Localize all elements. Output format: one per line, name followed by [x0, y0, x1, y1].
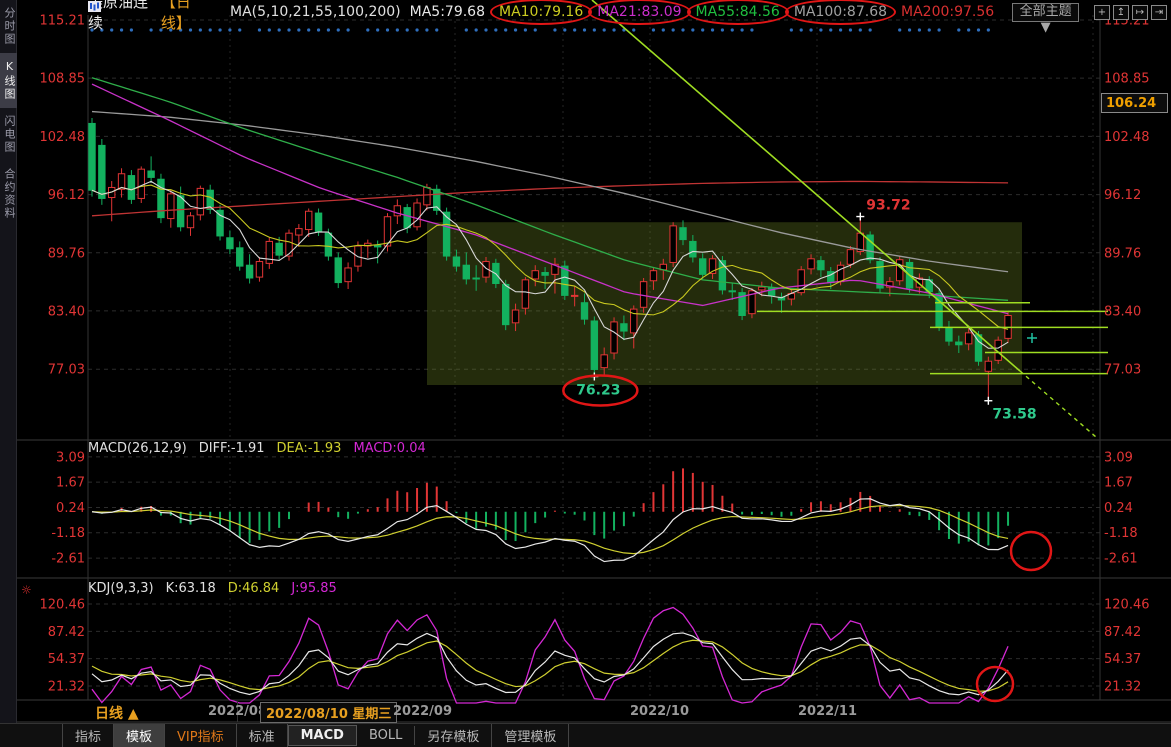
ma-values: MA5:79.68 MA10:79.16 MA21:83.09 MA55:84.56 M…	[410, 4, 995, 20]
svg-text:120.46: 120.46	[40, 598, 86, 613]
svg-text:87.42: 87.42	[48, 625, 85, 640]
svg-text:120.46: 120.46	[1104, 598, 1150, 613]
svg-text:93.72: 93.72	[866, 198, 910, 214]
ma-value-4: MA100:87.68	[794, 4, 887, 20]
macd-plot	[92, 468, 1008, 561]
svg-text:108.85: 108.85	[1104, 72, 1150, 87]
timeline-tick-2[interactable]: 2022/09	[393, 704, 452, 719]
macd-header-part-1: DIFF:-1.91	[199, 441, 265, 456]
highlight-zone	[427, 222, 1022, 385]
svg-text:77.03: 77.03	[48, 363, 85, 378]
timeline-axis: 日线 ▲ 2022/082022/08/10 星期三2022/09 2022/10…	[0, 701, 1171, 722]
svg-text:96.12: 96.12	[1104, 188, 1141, 203]
svg-text:0.24: 0.24	[1104, 501, 1133, 516]
macd-header-part-3: MACD:0.04	[353, 441, 425, 456]
selected-date-label[interactable]: 2022/08/10 星期三	[260, 702, 397, 723]
toolbar-item-3[interactable]: 标准	[237, 724, 288, 747]
macd-header-part-0: MACD(26,12,9)	[88, 441, 187, 456]
kdj-header-part-3: J:95.85	[291, 581, 336, 596]
sidebar-tab-2[interactable]: 闪电图	[0, 108, 17, 161]
ma-value-0: MA5:79.68	[410, 4, 485, 20]
ma-value-1: MA10:79.16	[499, 4, 583, 20]
toolbar-item-5[interactable]: BOLL	[357, 726, 415, 745]
timeframe-label[interactable]: 日线 ▲	[95, 703, 139, 723]
svg-text:21.32: 21.32	[48, 679, 85, 694]
signal-dots-row	[90, 28, 990, 31]
left-tab-strip: 分时图K线图闪电图合约资料	[0, 0, 17, 725]
svg-text:76.23: 76.23	[576, 383, 620, 399]
svg-text:-2.61: -2.61	[1104, 552, 1138, 567]
ma-value-5: MA200:97.56	[901, 4, 994, 20]
svg-text:1.67: 1.67	[56, 476, 85, 491]
svg-text:1.67: 1.67	[1104, 476, 1133, 491]
sidebar-tab-3[interactable]: 合约资料	[0, 161, 17, 227]
ma-value-2: MA21:83.09	[597, 4, 681, 20]
chart-canvas[interactable]: 115.21115.21108.85108.85102.48102.4896.1…	[0, 0, 1171, 747]
macd-header[interactable]: MACD(26,12,9) DIFF:-1.91 DEA:-1.93 MACD:0.0…	[88, 441, 426, 456]
indicator-settings-icon[interactable]: ☼	[21, 583, 32, 597]
timeline-tick-0[interactable]: 2022/08	[208, 704, 267, 719]
svg-text:89.76: 89.76	[48, 246, 85, 261]
scale-horizontal-icon[interactable]: ↦	[1132, 5, 1148, 20]
period-label[interactable]: 【日线】	[161, 0, 212, 33]
svg-text:89.76: 89.76	[1104, 246, 1141, 261]
svg-text:0.24: 0.24	[56, 501, 85, 516]
svg-text:-2.61: -2.61	[51, 552, 85, 567]
top-header-bar: 美原油连续 【日线】 MA(5,10,21,55,100,200) MA5:79…	[88, 0, 1167, 24]
last-price-value: 106.24	[1106, 96, 1156, 111]
bottom-toolbar: 指标模板VIP指标标准MACDBOLL另存模板管理模板	[0, 723, 1171, 747]
sidebar-tab-0[interactable]: 分时图	[0, 0, 17, 53]
svg-text:87.42: 87.42	[1104, 625, 1141, 640]
kdj-header-part-1: K:63.18	[166, 581, 216, 596]
ma-value-3: MA55:84.56	[696, 4, 780, 20]
kdj-plot	[92, 608, 1008, 703]
toolbar-item-4[interactable]: MACD	[288, 725, 357, 746]
svg-text:3.09: 3.09	[1104, 450, 1133, 465]
svg-text:102.48: 102.48	[1104, 130, 1150, 145]
svg-text:-1.18: -1.18	[51, 526, 85, 541]
macd-header-part-2: DEA:-1.93	[277, 441, 342, 456]
kdj-header-part-2: D:46.84	[228, 581, 280, 596]
svg-text:54.37: 54.37	[1104, 652, 1141, 667]
svg-text:21.32: 21.32	[1104, 679, 1141, 694]
scale-vertical-icon[interactable]: ↥	[1113, 5, 1129, 20]
trading-app-window: 115.21115.21108.85108.85102.48102.4896.1…	[0, 0, 1171, 747]
detach-panel-icon[interactable]: ⇥	[1151, 5, 1167, 20]
svg-text:77.03: 77.03	[1104, 363, 1141, 378]
svg-text:73.58: 73.58	[992, 407, 1036, 423]
timeline-tick-3[interactable]: 2022/10	[630, 704, 689, 719]
svg-text:83.40: 83.40	[48, 304, 85, 319]
move-icon[interactable]: +	[1094, 5, 1110, 20]
toolbar-item-7[interactable]: 管理模板	[492, 724, 569, 747]
timeline-tick-4[interactable]: 2022/11	[798, 704, 857, 719]
last-price-tag: 106.24	[1101, 93, 1168, 113]
toolbar-item-0[interactable]: 指标	[62, 724, 114, 747]
kdj-header[interactable]: KDJ(9,3,3) K:63.18 D:46.84 J:95.85	[88, 581, 337, 596]
toolbar-item-6[interactable]: 另存模板	[415, 724, 492, 747]
svg-text:3.09: 3.09	[56, 450, 85, 465]
toolbar-item-2[interactable]: VIP指标	[165, 724, 237, 747]
window-control-icons: +↥↦⇥	[1094, 5, 1167, 20]
svg-text:108.85: 108.85	[40, 72, 86, 87]
sidebar-tab-1[interactable]: K线图	[0, 53, 17, 108]
svg-text:83.40: 83.40	[1104, 304, 1141, 319]
svg-text:-1.18: -1.18	[1104, 526, 1138, 541]
svg-text:54.37: 54.37	[48, 652, 85, 667]
ma-settings-label: MA(5,10,21,55,100,200)	[230, 4, 401, 20]
svg-text:102.48: 102.48	[40, 130, 86, 145]
svg-text:115.21: 115.21	[40, 14, 86, 29]
theme-selector-button[interactable]: 全部主题▼	[1012, 3, 1079, 22]
svg-text:96.12: 96.12	[48, 188, 85, 203]
kdj-header-part-0: KDJ(9,3,3)	[88, 581, 154, 596]
toolbar-item-1[interactable]: 模板	[114, 724, 165, 747]
